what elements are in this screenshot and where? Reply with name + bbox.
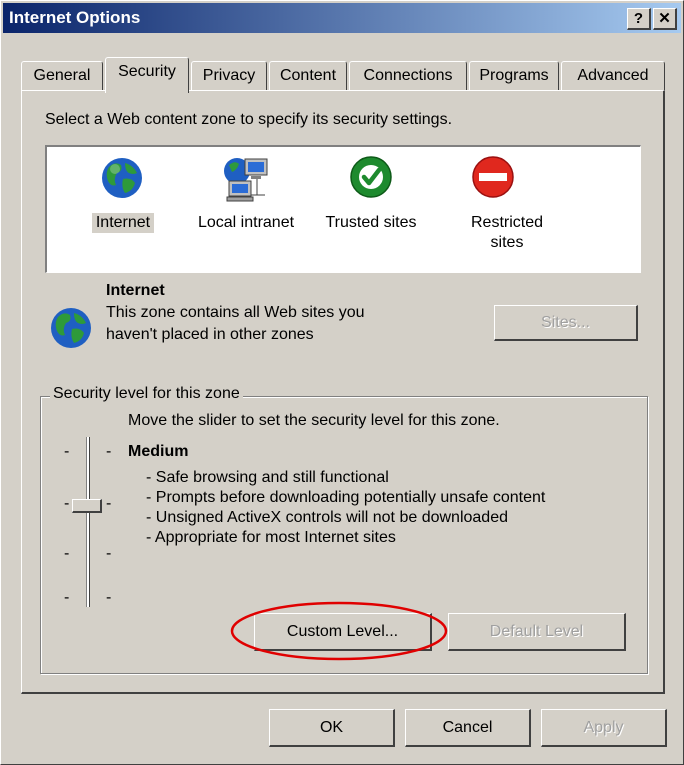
help-button[interactable]: ? xyxy=(627,8,651,30)
title-bar[interactable]: Internet Options ? ✕ xyxy=(3,3,681,33)
security-level-group-label: Security level for this zone xyxy=(50,385,243,403)
level-bullet-1: - Safe browsing and still functional xyxy=(146,469,389,486)
zone-internet[interactable]: Internet xyxy=(75,149,171,267)
tab-privacy[interactable]: Privacy xyxy=(191,61,267,91)
highlight-ellipse xyxy=(230,601,448,661)
tab-advanced[interactable]: Advanced xyxy=(561,61,665,91)
checkmark-icon xyxy=(350,156,392,198)
zone-instruction: Select a Web content zone to specify its… xyxy=(45,111,453,128)
no-entry-icon xyxy=(472,156,514,198)
cancel-button[interactable]: Cancel xyxy=(405,709,531,747)
tab-connections[interactable]: Connections xyxy=(349,61,467,91)
zone-internet-label: Internet xyxy=(92,213,154,233)
tab-general[interactable]: General xyxy=(21,61,103,91)
network-computers-icon xyxy=(224,158,268,202)
zone-restricted-sites[interactable]: Restricted sites xyxy=(437,149,547,267)
security-tab-panel: Select a Web content zone to specify its… xyxy=(21,90,665,694)
zone-info-description-line1: This zone contains all Web sites you xyxy=(106,304,365,321)
zone-trusted-sites-label: Trusted sites xyxy=(325,214,417,231)
security-level-name: Medium xyxy=(128,443,189,460)
default-level-button[interactable]: Default Level xyxy=(448,613,626,651)
apply-button[interactable]: Apply xyxy=(541,709,667,747)
globe-icon xyxy=(51,308,91,348)
zone-local-intranet[interactable]: Local intranet xyxy=(183,149,309,267)
zone-trusted-sites[interactable]: Trusted sites xyxy=(313,149,429,267)
security-level-slider[interactable]: - - - - - - - - xyxy=(62,435,116,611)
slider-instruction: Move the slider to set the security leve… xyxy=(128,412,500,429)
globe-icon xyxy=(102,158,142,198)
tab-content[interactable]: Content xyxy=(269,61,347,91)
level-bullet-4: - Appropriate for most Internet sites xyxy=(146,529,396,546)
internet-options-window: Internet Options ? ✕ General Security Pr… xyxy=(0,0,684,765)
close-button[interactable]: ✕ xyxy=(653,8,677,30)
sites-button[interactable]: Sites... xyxy=(494,305,638,341)
slider-thumb[interactable] xyxy=(72,499,102,513)
level-bullet-3: - Unsigned ActiveX controls will not be … xyxy=(146,509,508,526)
tab-security[interactable]: Security xyxy=(105,57,189,93)
level-bullet-2: - Prompts before downloading potentially… xyxy=(146,489,546,506)
zone-restricted-sites-label: Restricted sites xyxy=(470,214,544,251)
ok-button[interactable]: OK xyxy=(269,709,395,747)
zone-list: Internet Local intranet Trusted sites Re… xyxy=(45,145,641,273)
zone-info-title: Internet xyxy=(106,282,165,299)
window-title: Internet Options xyxy=(9,8,141,27)
tab-programs[interactable]: Programs xyxy=(469,61,559,91)
zone-info-description-line2: haven't placed in other zones xyxy=(106,326,314,343)
zone-local-intranet-label: Local intranet xyxy=(197,214,295,231)
